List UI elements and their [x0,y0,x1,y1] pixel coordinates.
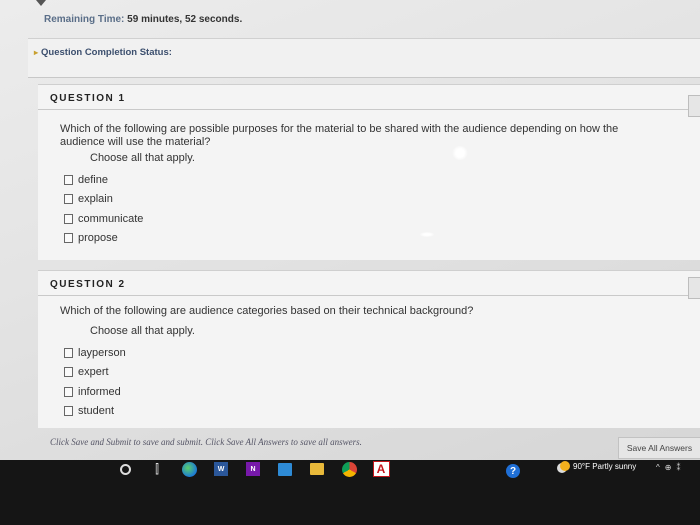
network-icon[interactable]: ⊕ [665,463,672,472]
answer-options: layperson expert informed student [64,343,126,421]
store-icon[interactable] [276,461,294,477]
checkbox[interactable] [64,174,73,185]
system-tray[interactable]: ^ ⊕ ⁑ [656,463,680,472]
onenote-icon[interactable]: N [244,461,262,477]
answer-option-expert[interactable]: expert [64,363,126,383]
completion-status-label: Question Completion Status: [41,47,172,58]
windows-taskbar: ⫿ W N A ? 90°F Partly sunny ^ ⊕ ⁑ [0,460,700,525]
question-instruction: Choose all that apply. [90,325,195,337]
checkbox[interactable] [64,347,73,358]
collapse-arrow-icon[interactable] [36,0,46,6]
option-label: communicate [78,212,144,225]
submit-instructions: Click Save and Submit to save and submit… [50,437,362,447]
bluetooth-icon[interactable]: ⁑ [676,463,680,472]
answer-option-layperson[interactable]: layperson [64,343,126,363]
option-label: define [78,173,108,186]
checkbox[interactable] [64,367,73,378]
question-text: Which of the following are audience cate… [60,305,474,317]
answer-option-propose[interactable]: propose [64,229,143,249]
task-view-icon[interactable]: ⫿ [148,461,166,477]
checkbox[interactable] [64,406,73,417]
remaining-time-label: Remaining Time: [44,14,125,25]
expand-triangle-icon: ▸ [34,48,39,57]
checkbox[interactable] [64,233,73,244]
completion-status-bar: ▸ Question Completion Status: [28,38,700,78]
answer-option-define[interactable]: define [64,170,143,190]
answer-option-student[interactable]: student [64,402,126,422]
divider [38,295,700,296]
remaining-time-value: 59 minutes, 52 seconds. [127,14,243,25]
question-2: QUESTION 2 Which of the following are au… [38,270,700,428]
answer-option-communicate[interactable]: communicate [64,209,143,229]
save-answer-tab[interactable] [688,95,700,117]
checkbox[interactable] [64,213,73,224]
option-label: layperson [78,346,126,359]
partly-sunny-icon [560,461,570,471]
word-icon[interactable]: W [212,461,230,477]
help-icon[interactable]: ? [506,464,520,478]
browser-viewport: Remaining Time: 59 minutes, 52 seconds. … [0,0,700,460]
option-label: propose [78,232,118,245]
screen-glare [452,146,468,160]
option-label: explain [78,193,113,206]
option-label: informed [78,385,121,398]
chevron-up-icon[interactable]: ^ [656,463,660,472]
checkbox[interactable] [64,386,73,397]
question-text: Which of the following are possible purp… [60,123,619,148]
divider [38,109,700,110]
search-icon[interactable] [116,461,134,477]
save-all-answers-button[interactable]: Save All Answers [618,437,700,459]
answer-option-explain[interactable]: explain [64,190,143,210]
acrobat-icon[interactable]: A [372,461,390,477]
question-instruction: Choose all that apply. [90,152,195,164]
remaining-time: Remaining Time: 59 minutes, 52 seconds. [44,14,242,25]
option-label: student [78,405,115,418]
question-1: QUESTION 1 Which of the following are po… [38,84,700,260]
question-heading: QUESTION 2 [50,279,126,290]
weather-text: 90°F Partly sunny [573,461,637,471]
chrome-icon[interactable] [340,461,358,477]
completion-status-toggle[interactable]: ▸ Question Completion Status: [34,47,172,58]
file-explorer-icon[interactable] [308,461,326,477]
answer-options: define explain communicate propose [64,170,143,248]
taskbar-apps: ⫿ W N A [116,460,390,478]
save-answer-tab[interactable] [688,277,700,299]
checkbox[interactable] [64,194,73,205]
edge-icon[interactable] [180,461,198,477]
weather-widget[interactable]: 90°F Partly sunny [560,461,636,471]
screen-glare [420,232,434,237]
option-label: expert [78,366,109,379]
question-heading: QUESTION 1 [50,93,126,104]
answer-option-informed[interactable]: informed [64,382,126,402]
